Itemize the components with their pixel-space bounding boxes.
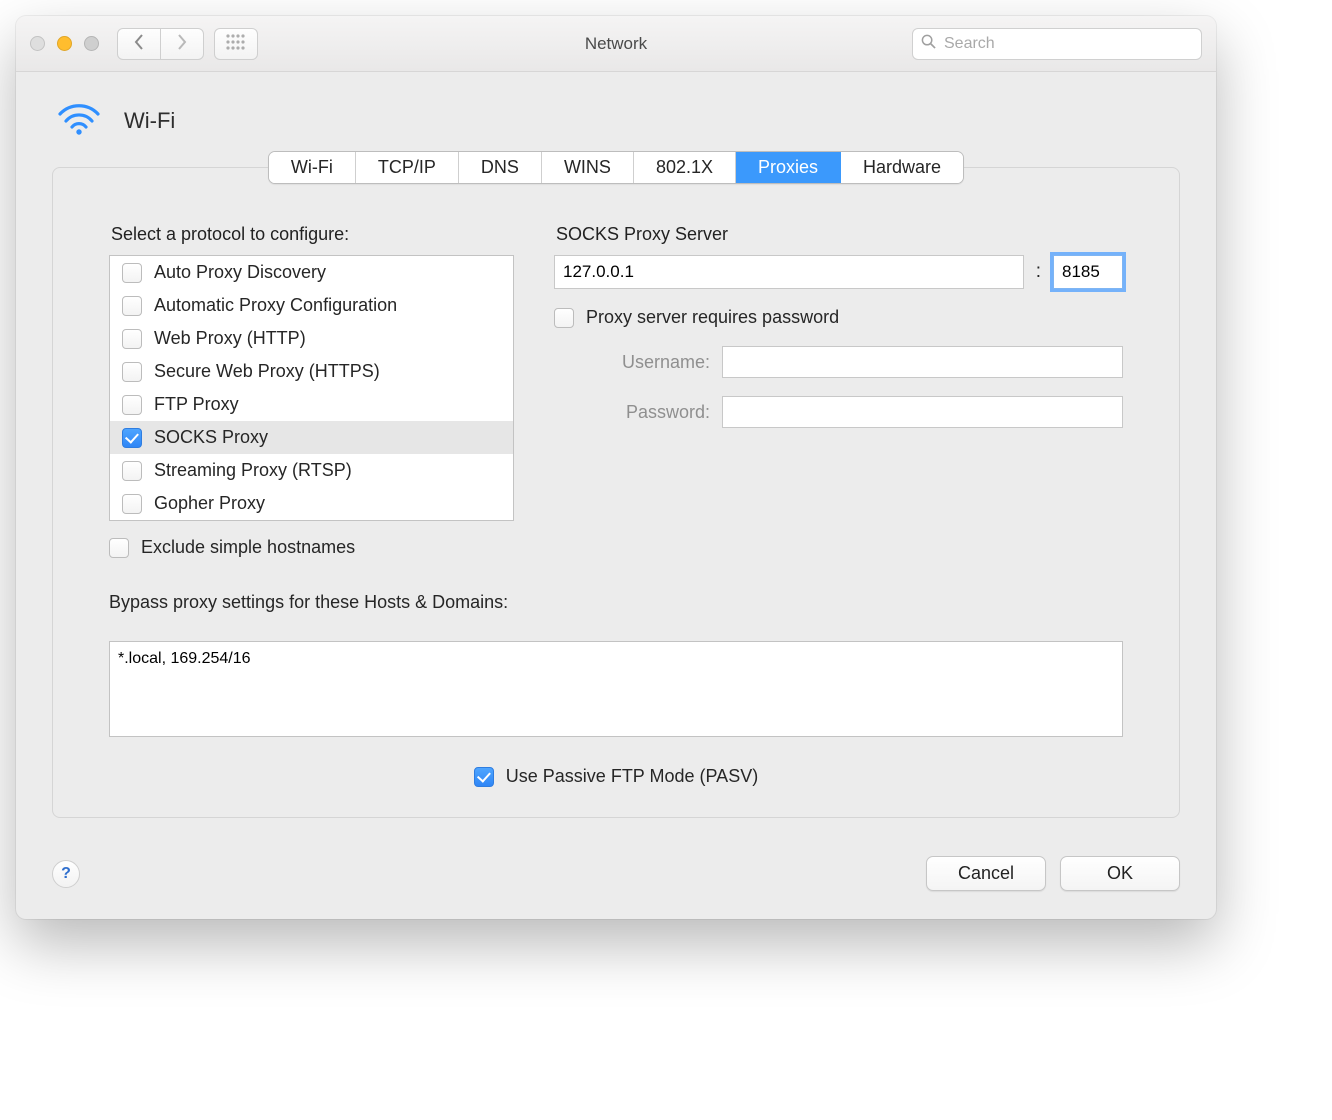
protocol-columm: Select a protocol to configure: Auto Pro… bbox=[109, 224, 514, 558]
tab-wifi[interactable]: Wi-Fi bbox=[269, 152, 356, 183]
tab-wins[interactable]: WINS bbox=[542, 152, 634, 183]
traffic-lights bbox=[30, 36, 99, 51]
protocols-label: Select a protocol to configure: bbox=[111, 224, 514, 245]
forward-button[interactable] bbox=[160, 28, 204, 60]
chevron-left-icon bbox=[134, 34, 144, 53]
tabstrip: Wi-FiTCP/IPDNSWINS802.1XProxiesHardware bbox=[268, 151, 964, 184]
protocol-checkbox[interactable] bbox=[122, 296, 142, 316]
chevron-right-icon bbox=[177, 34, 187, 53]
body: Wi-Fi Wi-FiTCP/IPDNSWINS802.1XProxiesHar… bbox=[16, 72, 1216, 842]
help-icon: ? bbox=[61, 865, 71, 883]
search-icon bbox=[921, 34, 936, 54]
protocol-row[interactable]: Streaming Proxy (RTSP) bbox=[110, 454, 513, 487]
settings-panel: Wi-FiTCP/IPDNSWINS802.1XProxiesHardware … bbox=[52, 167, 1180, 818]
bypass-label: Bypass proxy settings for these Hosts & … bbox=[109, 592, 1123, 613]
protocol-row[interactable]: FTP Proxy bbox=[110, 388, 513, 421]
ok-button[interactable]: OK bbox=[1060, 856, 1180, 891]
password-input[interactable] bbox=[722, 396, 1123, 428]
tab-tcpip[interactable]: TCP/IP bbox=[356, 152, 459, 183]
protocol-label: Auto Proxy Discovery bbox=[154, 262, 326, 283]
protocol-checkbox[interactable] bbox=[122, 395, 142, 415]
toolbar-controls bbox=[117, 28, 258, 60]
tab-proxies[interactable]: Proxies bbox=[736, 152, 841, 183]
protocol-row[interactable]: Gopher Proxy bbox=[110, 487, 513, 520]
minimize-dot-icon[interactable] bbox=[57, 36, 72, 51]
cancel-button[interactable]: Cancel bbox=[926, 856, 1046, 891]
help-button[interactable]: ? bbox=[52, 860, 80, 888]
titlebar: Network bbox=[16, 16, 1216, 72]
protocol-row[interactable]: Secure Web Proxy (HTTPS) bbox=[110, 355, 513, 388]
protocol-label: Streaming Proxy (RTSP) bbox=[154, 460, 352, 481]
protocol-checkbox[interactable] bbox=[122, 263, 142, 283]
protocol-label: Secure Web Proxy (HTTPS) bbox=[154, 361, 380, 382]
footer: ? Cancel OK bbox=[16, 842, 1216, 919]
search-field[interactable] bbox=[912, 28, 1202, 60]
requires-password-row[interactable]: Proxy server requires password bbox=[554, 307, 1123, 328]
protocol-checkbox[interactable] bbox=[122, 461, 142, 481]
tab-hardware[interactable]: Hardware bbox=[841, 152, 963, 183]
interface-name: Wi-Fi bbox=[124, 108, 175, 134]
proxy-port-input[interactable] bbox=[1053, 255, 1123, 289]
protocol-checkbox[interactable] bbox=[122, 494, 142, 514]
proxy-host-input[interactable] bbox=[554, 255, 1024, 289]
wifi-icon bbox=[56, 100, 102, 141]
username-input[interactable] bbox=[722, 346, 1123, 378]
back-button[interactable] bbox=[117, 28, 161, 60]
zoom-dot-icon[interactable] bbox=[84, 36, 99, 51]
protocol-label: Gopher Proxy bbox=[154, 493, 265, 514]
pasv-label: Use Passive FTP Mode (PASV) bbox=[506, 766, 758, 787]
protocol-row[interactable]: Automatic Proxy Configuration bbox=[110, 289, 513, 322]
protocol-list[interactable]: Auto Proxy Discovery Automatic Proxy Conf… bbox=[109, 255, 514, 521]
exclude-simple-label: Exclude simple hostnames bbox=[141, 537, 355, 558]
protocol-row[interactable]: Auto Proxy Discovery bbox=[110, 256, 513, 289]
protocol-label: SOCKS Proxy bbox=[154, 427, 268, 448]
bypass-textarea[interactable] bbox=[109, 641, 1123, 737]
show-all-button[interactable] bbox=[214, 28, 258, 60]
tab-dns[interactable]: DNS bbox=[459, 152, 542, 183]
protocol-row[interactable]: SOCKS Proxy bbox=[110, 421, 513, 454]
requires-password-label: Proxy server requires password bbox=[586, 307, 839, 328]
protocol-row[interactable]: Web Proxy (HTTP) bbox=[110, 322, 513, 355]
search-input[interactable] bbox=[942, 34, 1193, 54]
protocol-label: FTP Proxy bbox=[154, 394, 239, 415]
password-label: Password: bbox=[590, 402, 710, 423]
close-dot-icon[interactable] bbox=[30, 36, 45, 51]
pasv-checkbox[interactable] bbox=[474, 767, 494, 787]
requires-password-checkbox[interactable] bbox=[554, 308, 574, 328]
interface-header: Wi-Fi bbox=[52, 100, 1180, 141]
exclude-simple-row[interactable]: Exclude simple hostnames bbox=[109, 537, 514, 558]
protocol-label: Web Proxy (HTTP) bbox=[154, 328, 306, 349]
username-label: Username: bbox=[590, 352, 710, 373]
protocol-label: Automatic Proxy Configuration bbox=[154, 295, 397, 316]
host-port-separator: : bbox=[1034, 261, 1043, 283]
server-heading: SOCKS Proxy Server bbox=[556, 224, 1123, 245]
exclude-simple-checkbox[interactable] bbox=[109, 538, 129, 558]
pasv-row[interactable]: Use Passive FTP Mode (PASV) bbox=[109, 766, 1123, 787]
protocol-checkbox[interactable] bbox=[122, 329, 142, 349]
server-column: SOCKS Proxy Server : Proxy server requir… bbox=[554, 224, 1123, 558]
network-window: Network Wi-Fi Wi-FiTCP/IPDNSWINS802.1XPr… bbox=[16, 16, 1216, 919]
protocol-checkbox[interactable] bbox=[122, 362, 142, 382]
grid-icon bbox=[225, 33, 247, 54]
protocol-checkbox[interactable] bbox=[122, 428, 142, 448]
tab-8021x[interactable]: 802.1X bbox=[634, 152, 736, 183]
